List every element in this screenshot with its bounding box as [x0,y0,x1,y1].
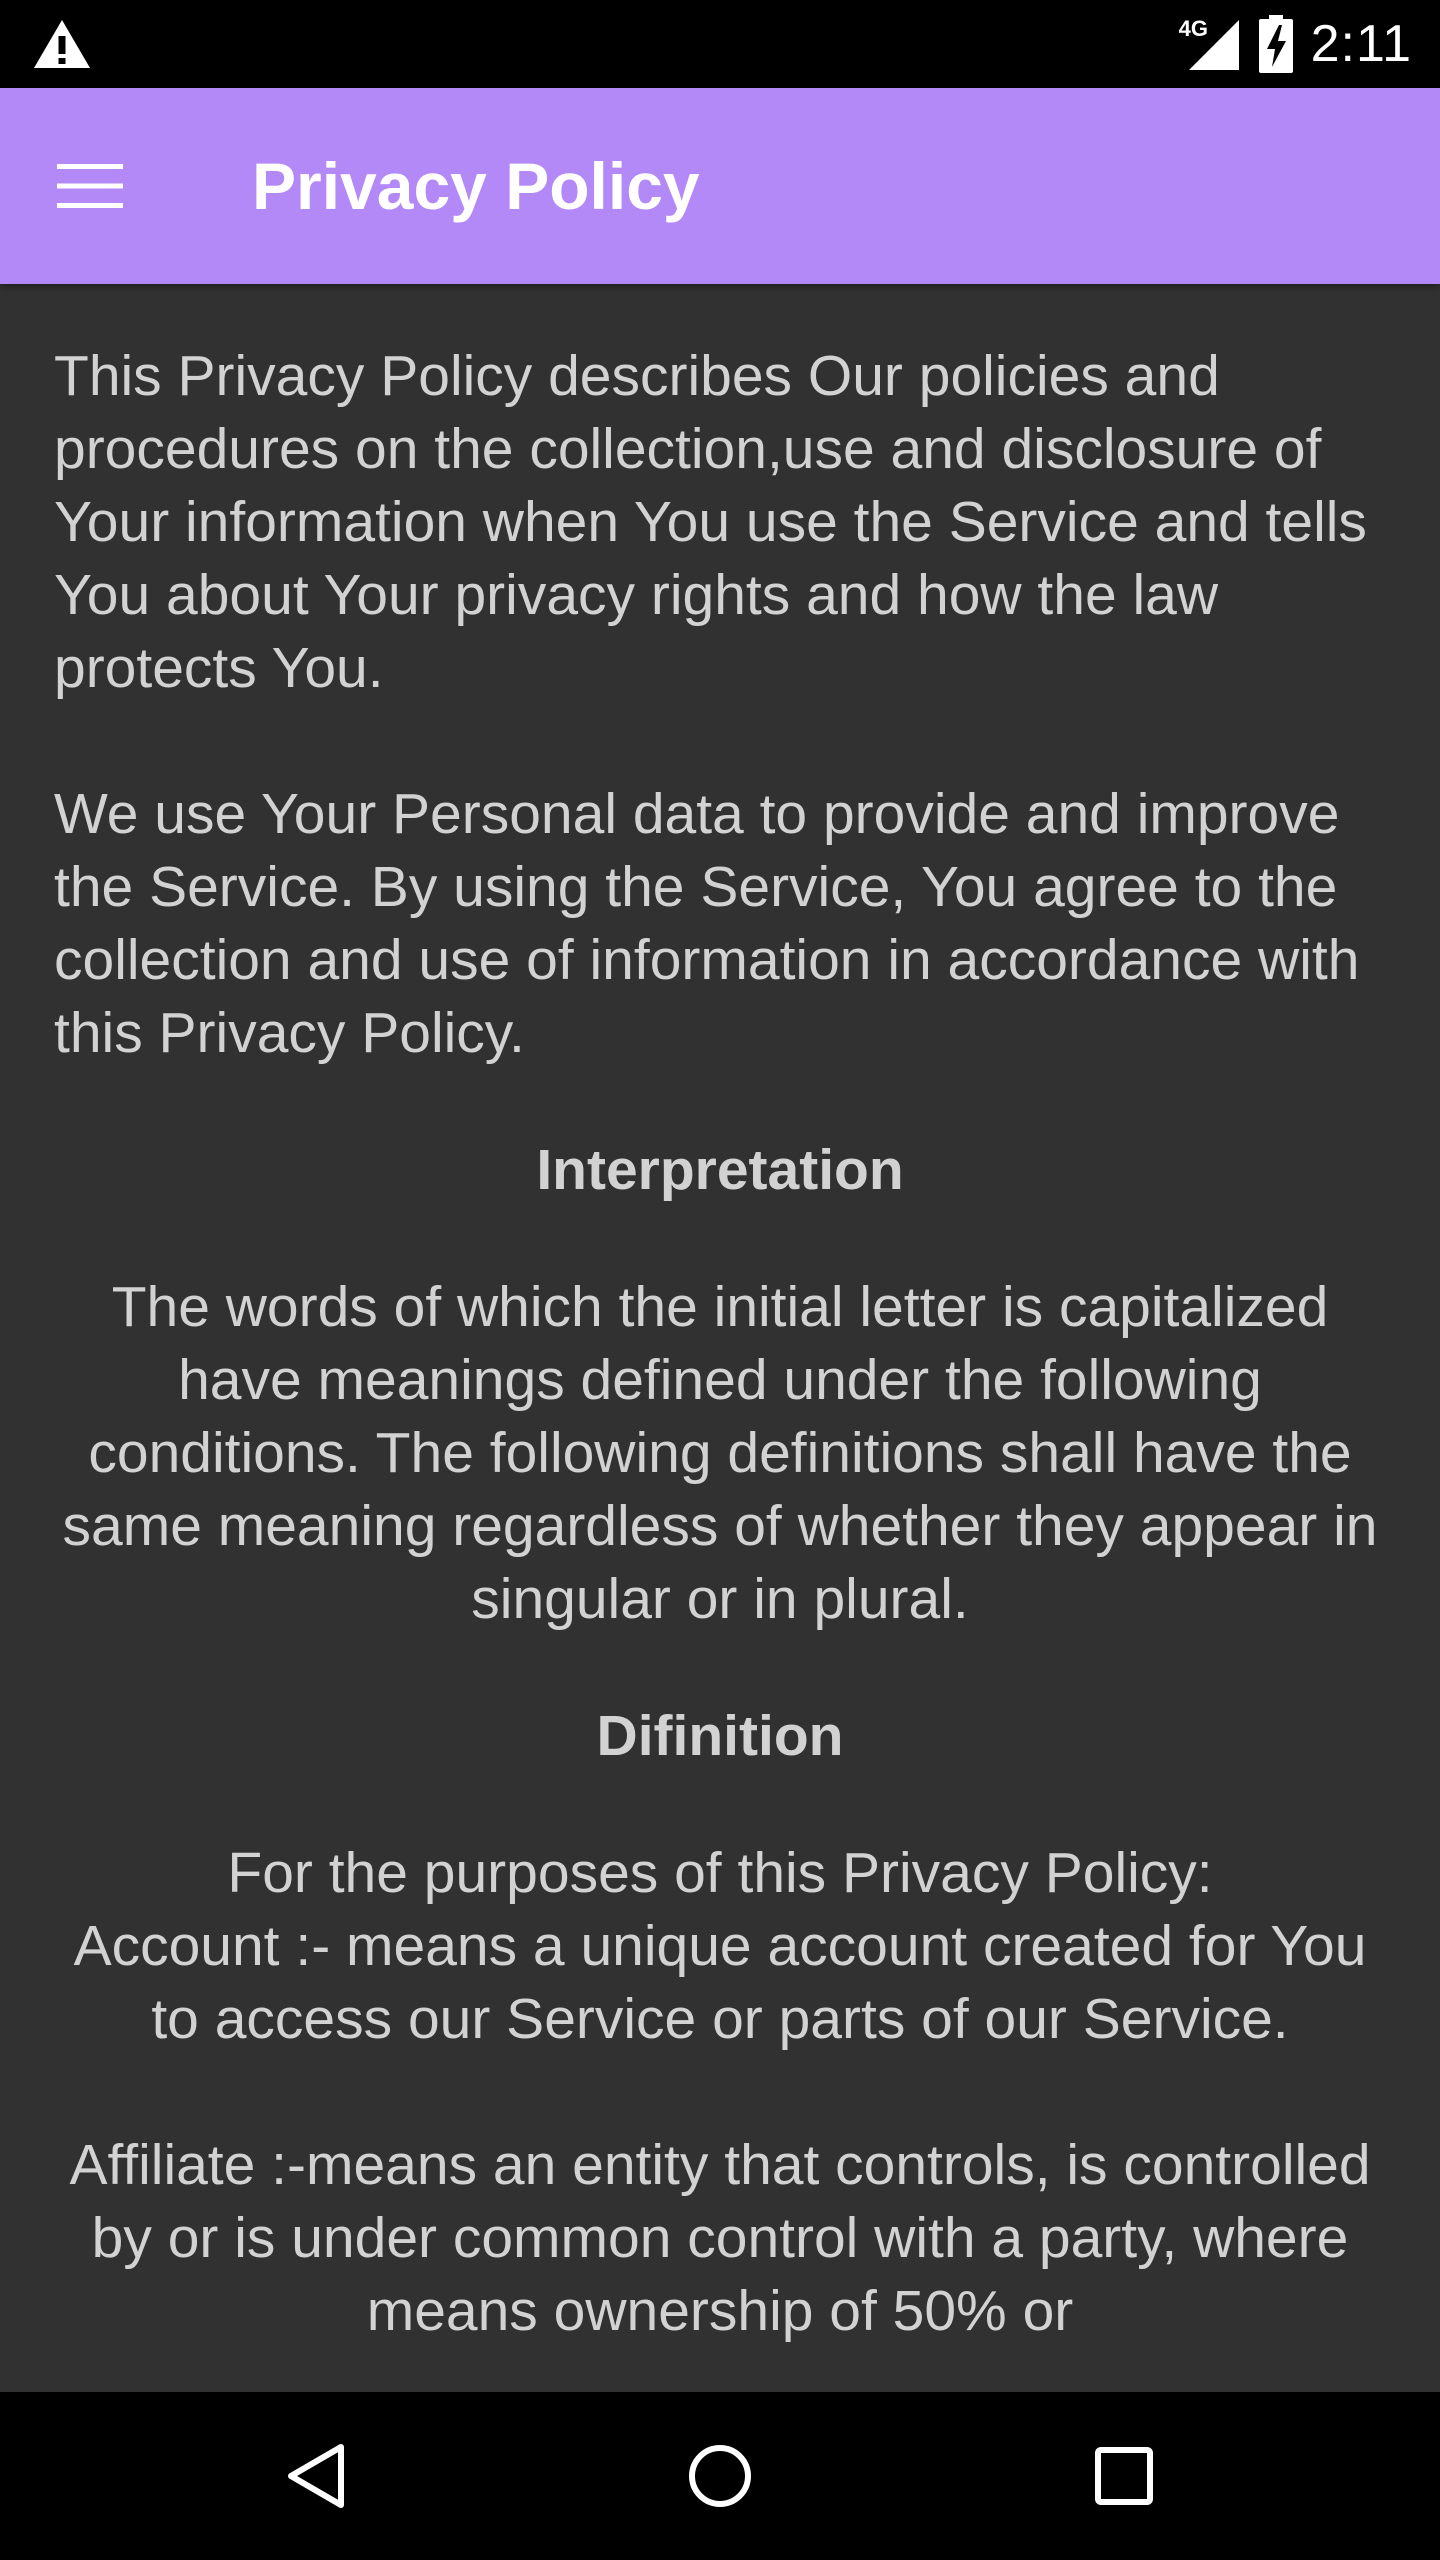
back-icon [288,2444,344,2508]
navigation-bar [0,2392,1440,2560]
back-button[interactable] [266,2426,366,2526]
recents-button[interactable] [1074,2426,1174,2526]
intro-paragraph-2: We use Your Personal data to provide and… [54,782,1360,1065]
warning-icon [32,18,92,70]
policy-content[interactable]: This Privacy Policy describes Our polici… [0,284,1440,2392]
affiliate-definition: Affiliate :-means an entity that control… [69,2133,1371,2343]
home-icon [689,2445,751,2507]
definition-heading: Difinition [596,1704,844,1768]
page-title: Privacy Policy [252,149,700,223]
home-button[interactable] [670,2426,770,2526]
signal-4g-icon: 4G [1179,16,1241,72]
battery-charging-icon [1258,15,1293,73]
app-bar: Privacy Policy [0,88,1440,284]
interpretation-heading: Interpretation [536,1138,904,1202]
intro-paragraph-1: This Privacy Policy describes Our polici… [54,344,1367,700]
menu-button[interactable] [40,136,140,236]
interpretation-text: The words of which the initial letter is… [62,1275,1378,1631]
recents-icon [1095,2447,1153,2505]
account-definition: Account :- means a unique account create… [73,1914,1367,2051]
definition-intro: For the purposes of this Privacy Policy: [227,1841,1213,1905]
status-clock: 2:11 [1310,15,1412,73]
status-bar: 4G 2:11 [0,0,1440,88]
network-label: 4G [1178,16,1208,41]
menu-icon [57,164,123,208]
